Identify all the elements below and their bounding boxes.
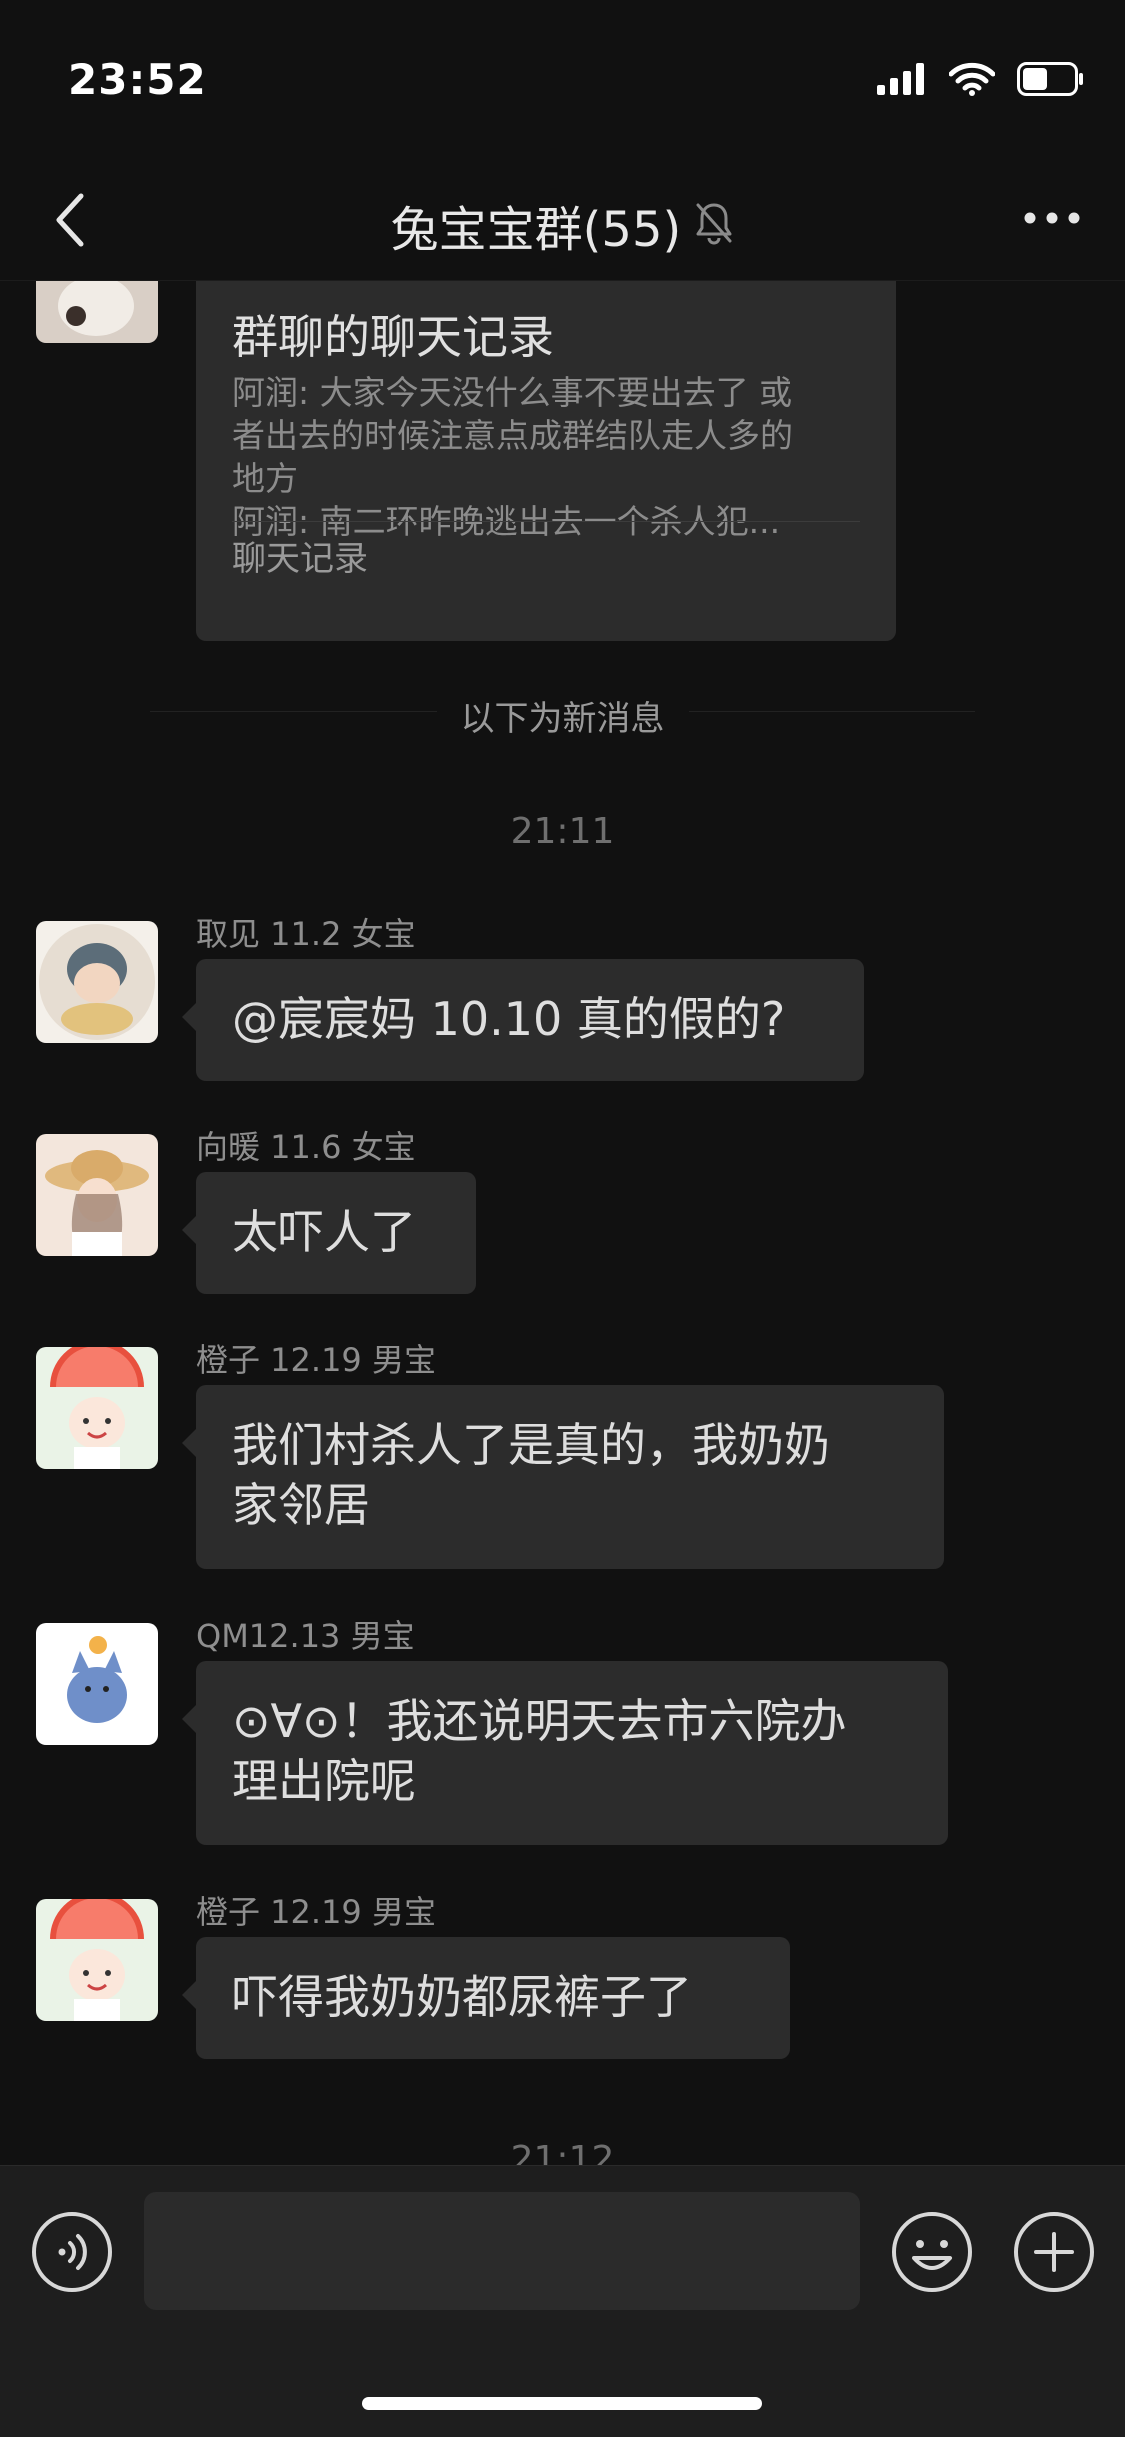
sender-name: 橙子 12.19 男宝 (196, 1341, 436, 1379)
message-line: 我们村杀人了是真的，我奶奶 (232, 1418, 830, 1472)
plus-icon (1014, 2212, 1094, 2292)
new-messages-label: 以下为新消息 (0, 691, 1125, 740)
message-line: 家邻居 (232, 1478, 370, 1532)
mute-icon (694, 201, 734, 249)
sender-name: 橙子 12.19 男宝 (196, 1893, 436, 1931)
status-time: 23:52 (68, 55, 207, 104)
chat-record-line: 阿润: 大家今天没什么事不要出去了 或 (232, 373, 793, 412)
new-messages-text: 以下为新消息 (436, 699, 689, 739)
message-bubble[interactable]: @宸宸妈 10.10 真的假的? (182, 959, 864, 1081)
sender-name: 向暖 11.6 女宝 (196, 1128, 416, 1166)
divider (232, 521, 860, 522)
message-line: 理出院呢 (232, 1754, 416, 1808)
voice-button[interactable] (30, 2210, 114, 2294)
message-bubble[interactable]: 吓得我奶奶都尿裤子了 (182, 1937, 790, 2059)
message-bubble[interactable]: 太吓人了 (182, 1172, 476, 1294)
avatar[interactable] (36, 1623, 158, 1745)
message-input[interactable] (144, 2192, 860, 2310)
chat-record-line: 者出去的时候注意点成群结队走人多的 (232, 416, 793, 455)
message-line: ⊙∀⊙！我还说明天去市六院办 (232, 1694, 847, 1748)
chat-record-preview: 阿润: 大家今天没什么事不要出去了 或 者出去的时候注意点成群结队走人多的 地方… (232, 371, 872, 543)
chat-title-area[interactable]: 兔宝宝群(55) (0, 190, 1125, 260)
avatar[interactable] (36, 281, 158, 343)
chat-record-card[interactable]: 群聊的聊天记录 阿润: 大家今天没什么事不要出去了 或 者出去的时候注意点成群结… (196, 281, 896, 641)
avatar[interactable] (36, 1899, 158, 2021)
more-functions-button[interactable] (1012, 2210, 1096, 2294)
sender-name: 取见 11.2 女宝 (196, 915, 416, 953)
avatar[interactable] (36, 1347, 158, 1469)
more-button[interactable] (1007, 188, 1097, 248)
chat-record-line: 地方 (232, 459, 298, 498)
voice-icon (32, 2212, 112, 2292)
avatar[interactable] (36, 921, 158, 1043)
cellular-signal-icon (877, 63, 924, 95)
message-bubble[interactable]: 我们村杀人了是真的，我奶奶 家邻居 (182, 1385, 944, 1569)
chat-title: 兔宝宝群(55) (390, 202, 682, 258)
status-icons (877, 62, 1085, 96)
home-indicator (362, 2397, 762, 2410)
emoji-button[interactable] (890, 2210, 974, 2294)
emoji-icon (892, 2212, 972, 2292)
timestamp: 21:12 (510, 2139, 615, 2165)
chat-record-footer: 聊天记录 (232, 539, 368, 579)
wifi-icon (949, 62, 995, 96)
navigation-bar: 兔宝宝群(55) (0, 160, 1125, 281)
battery-icon (1017, 62, 1083, 96)
sender-name: QM12.13 男宝 (196, 1617, 415, 1655)
chat-record-title: 群聊的聊天记录 (232, 310, 554, 364)
avatar[interactable] (36, 1134, 158, 1256)
status-bar: 23:52 (0, 0, 1125, 160)
chat-message-list[interactable]: 群聊的聊天记录 阿润: 大家今天没什么事不要出去了 或 者出去的时候注意点成群结… (0, 281, 1125, 2165)
more-icon (1024, 212, 1080, 224)
message-bubble[interactable]: ⊙∀⊙！我还说明天去市六院办 理出院呢 (182, 1661, 948, 1845)
timestamp: 21:11 (510, 811, 615, 852)
